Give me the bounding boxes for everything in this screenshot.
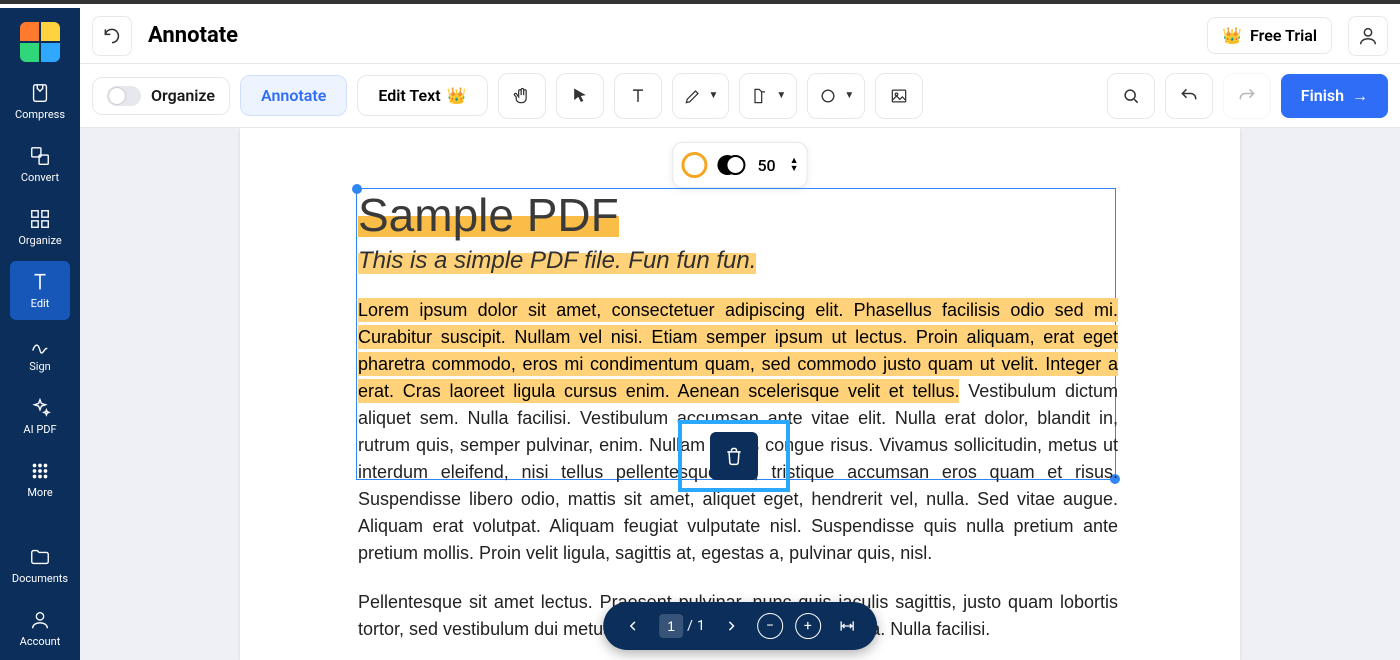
pdf-page[interactable]: 50 ▲▼ Sample PDF This is a simple PDF fi…: [240, 128, 1240, 660]
next-page-button[interactable]: [717, 612, 745, 640]
sidebar-item-label: Documents: [12, 572, 68, 585]
sidebar-item-compress[interactable]: Compress: [10, 72, 70, 131]
tab-label: Annotate: [261, 86, 326, 105]
fit-width-button[interactable]: [833, 612, 861, 640]
search-button[interactable]: [1107, 73, 1155, 119]
chevron-down-icon: ▼: [776, 90, 786, 101]
document-area: 50 ▲▼ Sample PDF This is a simple PDF fi…: [80, 128, 1400, 660]
current-page-input[interactable]: [659, 614, 683, 638]
chevron-right-icon: [724, 619, 738, 633]
cursor-icon: [570, 86, 590, 106]
pen-icon: [683, 86, 703, 106]
arrow-right-icon: →: [1352, 86, 1368, 106]
undo-button[interactable]: [1165, 73, 1213, 119]
header: Annotate 👑 Free Trial: [80, 8, 1400, 64]
page-title: Annotate: [148, 23, 238, 48]
sidebar-item-label: Account: [20, 635, 61, 648]
tab-label: Edit Text: [378, 86, 440, 105]
tab-annotate[interactable]: Annotate: [240, 75, 347, 116]
undo-icon: [102, 26, 122, 46]
fit-width-icon: [837, 618, 857, 634]
delete-button[interactable]: [710, 432, 758, 480]
dots-grid-icon: [29, 460, 51, 482]
sidebar-item-edit[interactable]: Edit: [10, 261, 70, 320]
image-tool-button[interactable]: [875, 73, 923, 119]
page-indicator: /1: [659, 614, 705, 638]
zoom-in-button[interactable]: +: [795, 613, 821, 639]
text-tool-button[interactable]: [614, 73, 662, 119]
chevron-left-icon: [626, 619, 640, 633]
sidebar-item-label: AI PDF: [23, 423, 56, 436]
sidebar-item-label: More: [27, 486, 52, 499]
sparkle-icon: [29, 397, 51, 419]
search-icon: [1121, 86, 1141, 106]
crown-icon: 👑: [447, 86, 467, 105]
switch-icon: [107, 86, 141, 106]
grid-icon: [29, 208, 51, 230]
opacity-value: 50: [753, 156, 779, 175]
sidebar-item-sign[interactable]: Sign: [10, 324, 70, 383]
sidebar-item-label: Convert: [21, 171, 59, 184]
tab-edit-text[interactable]: Edit Text 👑: [357, 75, 487, 116]
finish-label: Finish: [1301, 86, 1344, 105]
opacity-stepper[interactable]: ▲▼: [790, 157, 799, 173]
free-trial-label: Free Trial: [1250, 26, 1317, 45]
sidebar-item-account[interactable]: Account: [10, 599, 70, 658]
person-icon: [29, 609, 51, 631]
sidebar-item-documents[interactable]: Documents: [10, 536, 70, 595]
organize-toggle[interactable]: Organize: [92, 77, 230, 115]
zoom-out-button[interactable]: −: [757, 613, 783, 639]
shape-tool-button[interactable]: ▼: [807, 73, 865, 119]
doc-title: Sample PDF: [358, 188, 619, 243]
organize-label: Organize: [151, 86, 215, 105]
page-navigation: /1 − +: [603, 602, 877, 650]
prev-page-button[interactable]: [619, 612, 647, 640]
draw-tool-button[interactable]: ▼: [672, 73, 730, 119]
delete-overlay: [678, 420, 790, 492]
select-tool-button[interactable]: [556, 73, 604, 119]
text-edit-icon: [29, 271, 51, 293]
sidebar-item-label: Sign: [29, 360, 50, 373]
person-icon: [1357, 25, 1379, 47]
shape-style-panel: 50 ▲▼: [672, 142, 807, 188]
total-pages: 1: [697, 618, 705, 634]
text-icon: [628, 86, 648, 106]
undo-arrow-icon: [1179, 86, 1199, 106]
sidebar-item-label: Compress: [15, 108, 65, 121]
hand-icon: [512, 86, 532, 106]
sign-icon: [29, 334, 51, 356]
sidebar-item-label: Edit: [31, 297, 50, 310]
sidebar-item-convert[interactable]: Convert: [10, 135, 70, 194]
sidebar-item-organize[interactable]: Organize: [10, 198, 70, 257]
sidebar-item-label: Organize: [18, 234, 61, 247]
finish-button[interactable]: Finish →: [1281, 74, 1388, 118]
image-icon: [889, 86, 909, 106]
convert-icon: [29, 145, 51, 167]
chevron-down-icon: ▼: [709, 90, 719, 101]
toolbar: Organize Annotate Edit Text 👑 ▼ ▼ ▼ Finis…: [80, 64, 1400, 128]
sidebar: Compress Convert Organize Edit Sign AI P…: [0, 8, 80, 660]
chevron-down-icon: ▼: [844, 90, 854, 101]
crown-icon: 👑: [1222, 26, 1242, 45]
redo-arrow-icon: [1237, 86, 1257, 106]
highlight-tool-button[interactable]: ▼: [739, 73, 797, 119]
circle-icon: [818, 86, 838, 106]
sidebar-item-more[interactable]: More: [10, 450, 70, 509]
fill-opacity-icon[interactable]: [717, 152, 743, 178]
app-logo[interactable]: [20, 22, 60, 62]
sidebar-item-ai-pdf[interactable]: AI PDF: [10, 387, 70, 446]
undo-history-button[interactable]: [92, 16, 132, 56]
redo-button[interactable]: [1223, 73, 1271, 119]
doc-subtitle: This is a simple PDF file. Fun fun fun.: [358, 247, 756, 275]
stroke-color-swatch[interactable]: [681, 152, 707, 178]
folder-icon: [29, 546, 51, 568]
free-trial-button[interactable]: 👑 Free Trial: [1207, 17, 1332, 54]
compress-icon: [29, 82, 51, 104]
highlight-icon: [750, 86, 770, 106]
trash-icon: [724, 446, 744, 466]
pan-tool-button[interactable]: [498, 73, 546, 119]
profile-button[interactable]: [1348, 16, 1388, 56]
